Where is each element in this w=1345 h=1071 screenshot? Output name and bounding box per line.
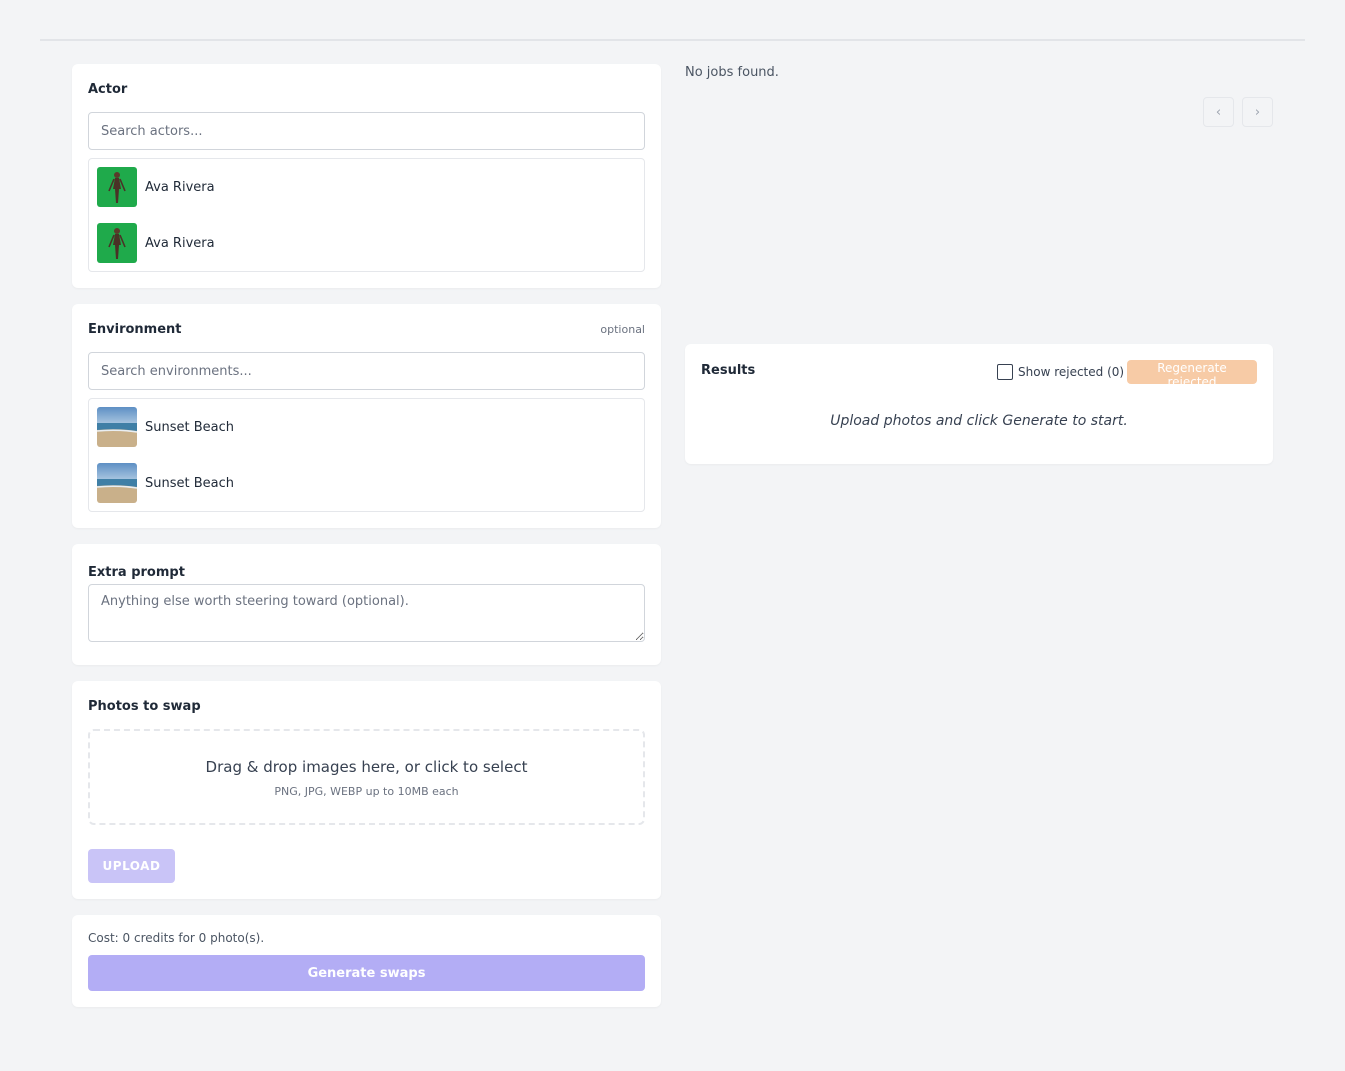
results-empty-message: Upload photos and click Generate to star… (830, 413, 1128, 429)
generate-card: Cost: 0 credits for 0 photo(s). Generate… (72, 915, 661, 1007)
actor-card: Actor Ava Rivera (72, 64, 661, 288)
actor-search-input[interactable] (88, 112, 645, 150)
actor-item-label: Ava Rivera (145, 235, 215, 251)
actor-list: Ava Rivera Ava Rivera (88, 158, 645, 272)
environment-item-label: Sunset Beach (145, 419, 235, 435)
generate-swaps-button[interactable]: Generate swaps (88, 955, 645, 991)
show-rejected-checkbox[interactable] (997, 364, 1013, 380)
extra-prompt-card: Extra prompt (72, 544, 661, 665)
next-page-button[interactable]: › (1242, 97, 1273, 127)
actor-thumbnail-icon (97, 223, 137, 263)
dropzone-hint: PNG, JPG, WEBP up to 10MB each (274, 785, 459, 798)
chevron-right-icon: › (1254, 104, 1261, 120)
photo-dropzone[interactable]: Drag & drop images here, or click to sel… (88, 729, 645, 825)
environment-search-input[interactable] (88, 352, 645, 390)
extra-prompt-textarea[interactable] (88, 584, 645, 642)
environment-title: Environment (88, 322, 182, 337)
beach-thumbnail-icon (97, 463, 137, 503)
results-title: Results (701, 363, 756, 378)
environment-list: Sunset Beach Sunset Beach (88, 398, 645, 512)
header-divider (40, 39, 1305, 41)
environment-card: Environment optional Sunset Beach (72, 304, 661, 528)
photos-card: Photos to swap Drag & drop images here, … (72, 681, 661, 899)
environment-item[interactable]: Sunset Beach (97, 463, 635, 503)
dropzone-text: Drag & drop images here, or click to sel… (205, 758, 528, 776)
cost-text: Cost: 0 credits for 0 photo(s). (88, 931, 265, 945)
actor-item-label: Ava Rivera (145, 179, 215, 195)
show-rejected-label: Show rejected (0) (1018, 365, 1125, 379)
extra-prompt-title: Extra prompt (88, 565, 185, 580)
actor-item[interactable]: Ava Rivera (97, 167, 635, 207)
regenerate-rejected-button[interactable]: Regenerate rejected (1127, 360, 1257, 389)
photos-title: Photos to swap (88, 699, 201, 714)
no-jobs-text: No jobs found. (685, 65, 779, 80)
results-card: Results Show rejected (0) Regenerate rej… (685, 344, 1273, 464)
optional-label: optional (600, 323, 645, 336)
beach-thumbnail-icon (97, 407, 137, 447)
actor-title: Actor (88, 82, 128, 97)
chevron-left-icon: ‹ (1215, 104, 1222, 120)
environment-item[interactable]: Sunset Beach (97, 407, 635, 447)
actor-thumbnail-icon (97, 167, 137, 207)
prev-page-button[interactable]: ‹ (1203, 97, 1234, 127)
actor-item[interactable]: Ava Rivera (97, 223, 635, 263)
show-rejected-toggle[interactable]: Show rejected (0) (997, 364, 1124, 380)
environment-item-label: Sunset Beach (145, 475, 235, 491)
upload-button[interactable]: UPLOAD (88, 849, 175, 883)
